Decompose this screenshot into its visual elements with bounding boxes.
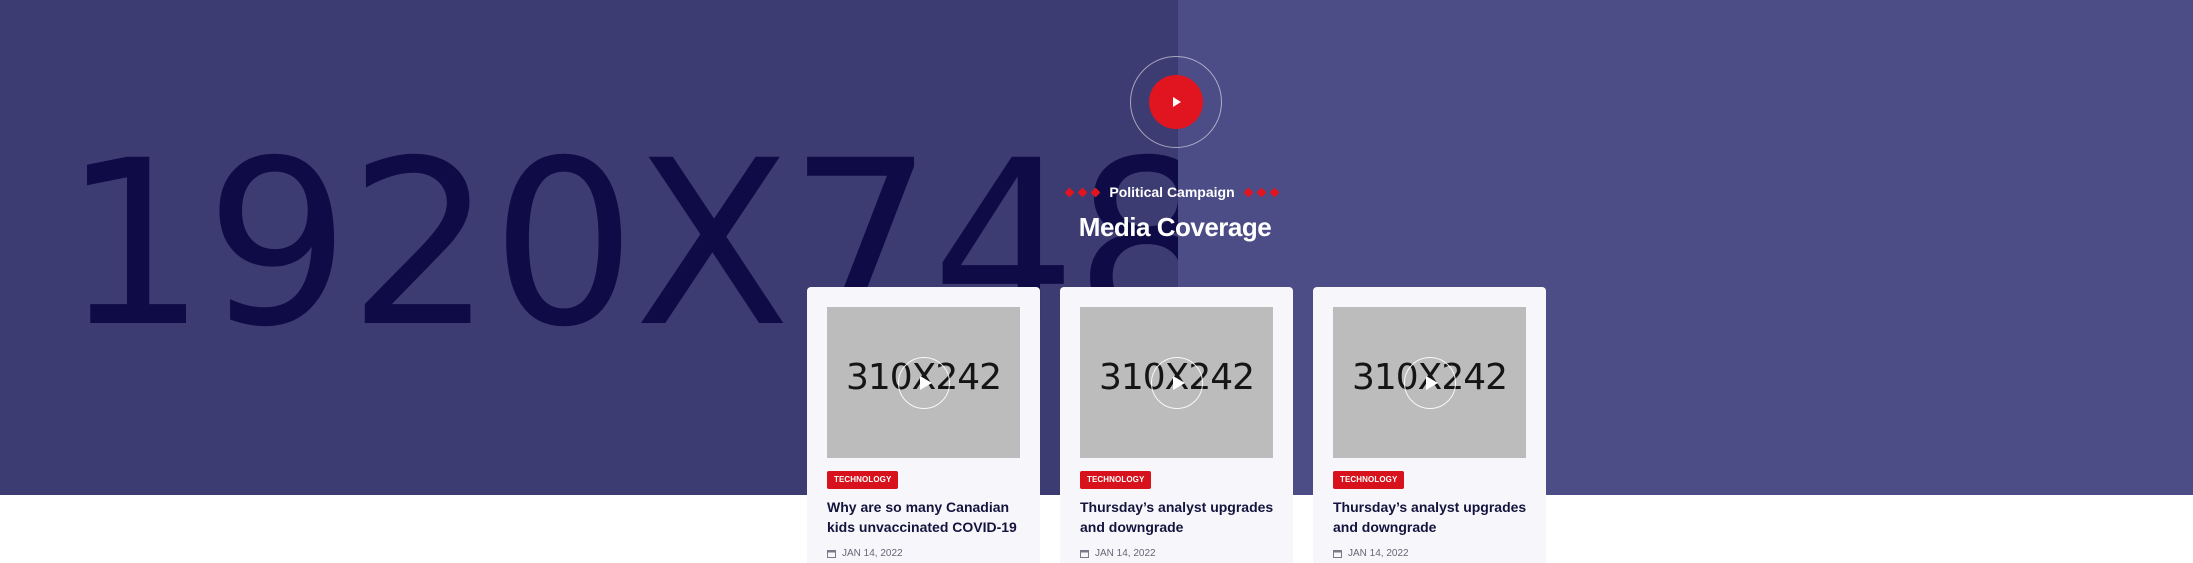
category-tag[interactable]: TECHNOLOGY (827, 471, 899, 489)
card-date-text: JAN 14, 2022 (842, 548, 903, 559)
thumbnail-play-icon[interactable] (1404, 357, 1456, 409)
card-date: JAN 14, 2022 (827, 548, 903, 559)
section-subtitle-text: Political Campaign (1109, 184, 1235, 200)
hero-placeholder-label: 1920X748 (62, 111, 1220, 377)
thumbnail-play-icon[interactable] (1151, 357, 1203, 409)
category-tag[interactable]: TECHNOLOGY (1333, 471, 1405, 489)
card-title-link[interactable]: Why are so many Canadian kids unvaccinat… (827, 497, 1027, 537)
thumbnail-play-icon[interactable] (898, 357, 950, 409)
card-date: JAN 14, 2022 (1333, 548, 1409, 559)
card-date-text: JAN 14, 2022 (1095, 548, 1156, 559)
calendar-icon (1080, 550, 1089, 558)
section-subtitle: Political Campaign (1064, 181, 1280, 203)
news-card: 310X242 TECHNOLOGY Why are so many Canad… (807, 287, 1040, 563)
section-heading: Media Coverage (1078, 212, 1272, 242)
calendar-icon (1333, 550, 1342, 558)
card-title-link[interactable]: Thursday’s analyst upgrades and downgrad… (1333, 497, 1533, 537)
card-video-thumbnail[interactable]: 310X242 (1080, 307, 1273, 458)
decorative-dots-right (1243, 187, 1280, 197)
card-video-thumbnail[interactable]: 310X242 (827, 307, 1020, 458)
card-video-thumbnail[interactable]: 310X242 (1333, 307, 1526, 458)
play-icon (1149, 75, 1203, 129)
card-date-text: JAN 14, 2022 (1348, 548, 1409, 559)
card-title-link[interactable]: Thursday’s analyst upgrades and downgrad… (1080, 497, 1280, 537)
decorative-dots-left (1064, 187, 1101, 197)
calendar-icon (827, 550, 836, 558)
hero-play-button[interactable] (1130, 56, 1222, 148)
news-card: 310X242 TECHNOLOGY Thursday’s analyst up… (1060, 287, 1293, 563)
card-date: JAN 14, 2022 (1080, 548, 1156, 559)
news-card: 310X242 TECHNOLOGY Thursday’s analyst up… (1313, 287, 1546, 563)
category-tag[interactable]: TECHNOLOGY (1080, 471, 1152, 489)
